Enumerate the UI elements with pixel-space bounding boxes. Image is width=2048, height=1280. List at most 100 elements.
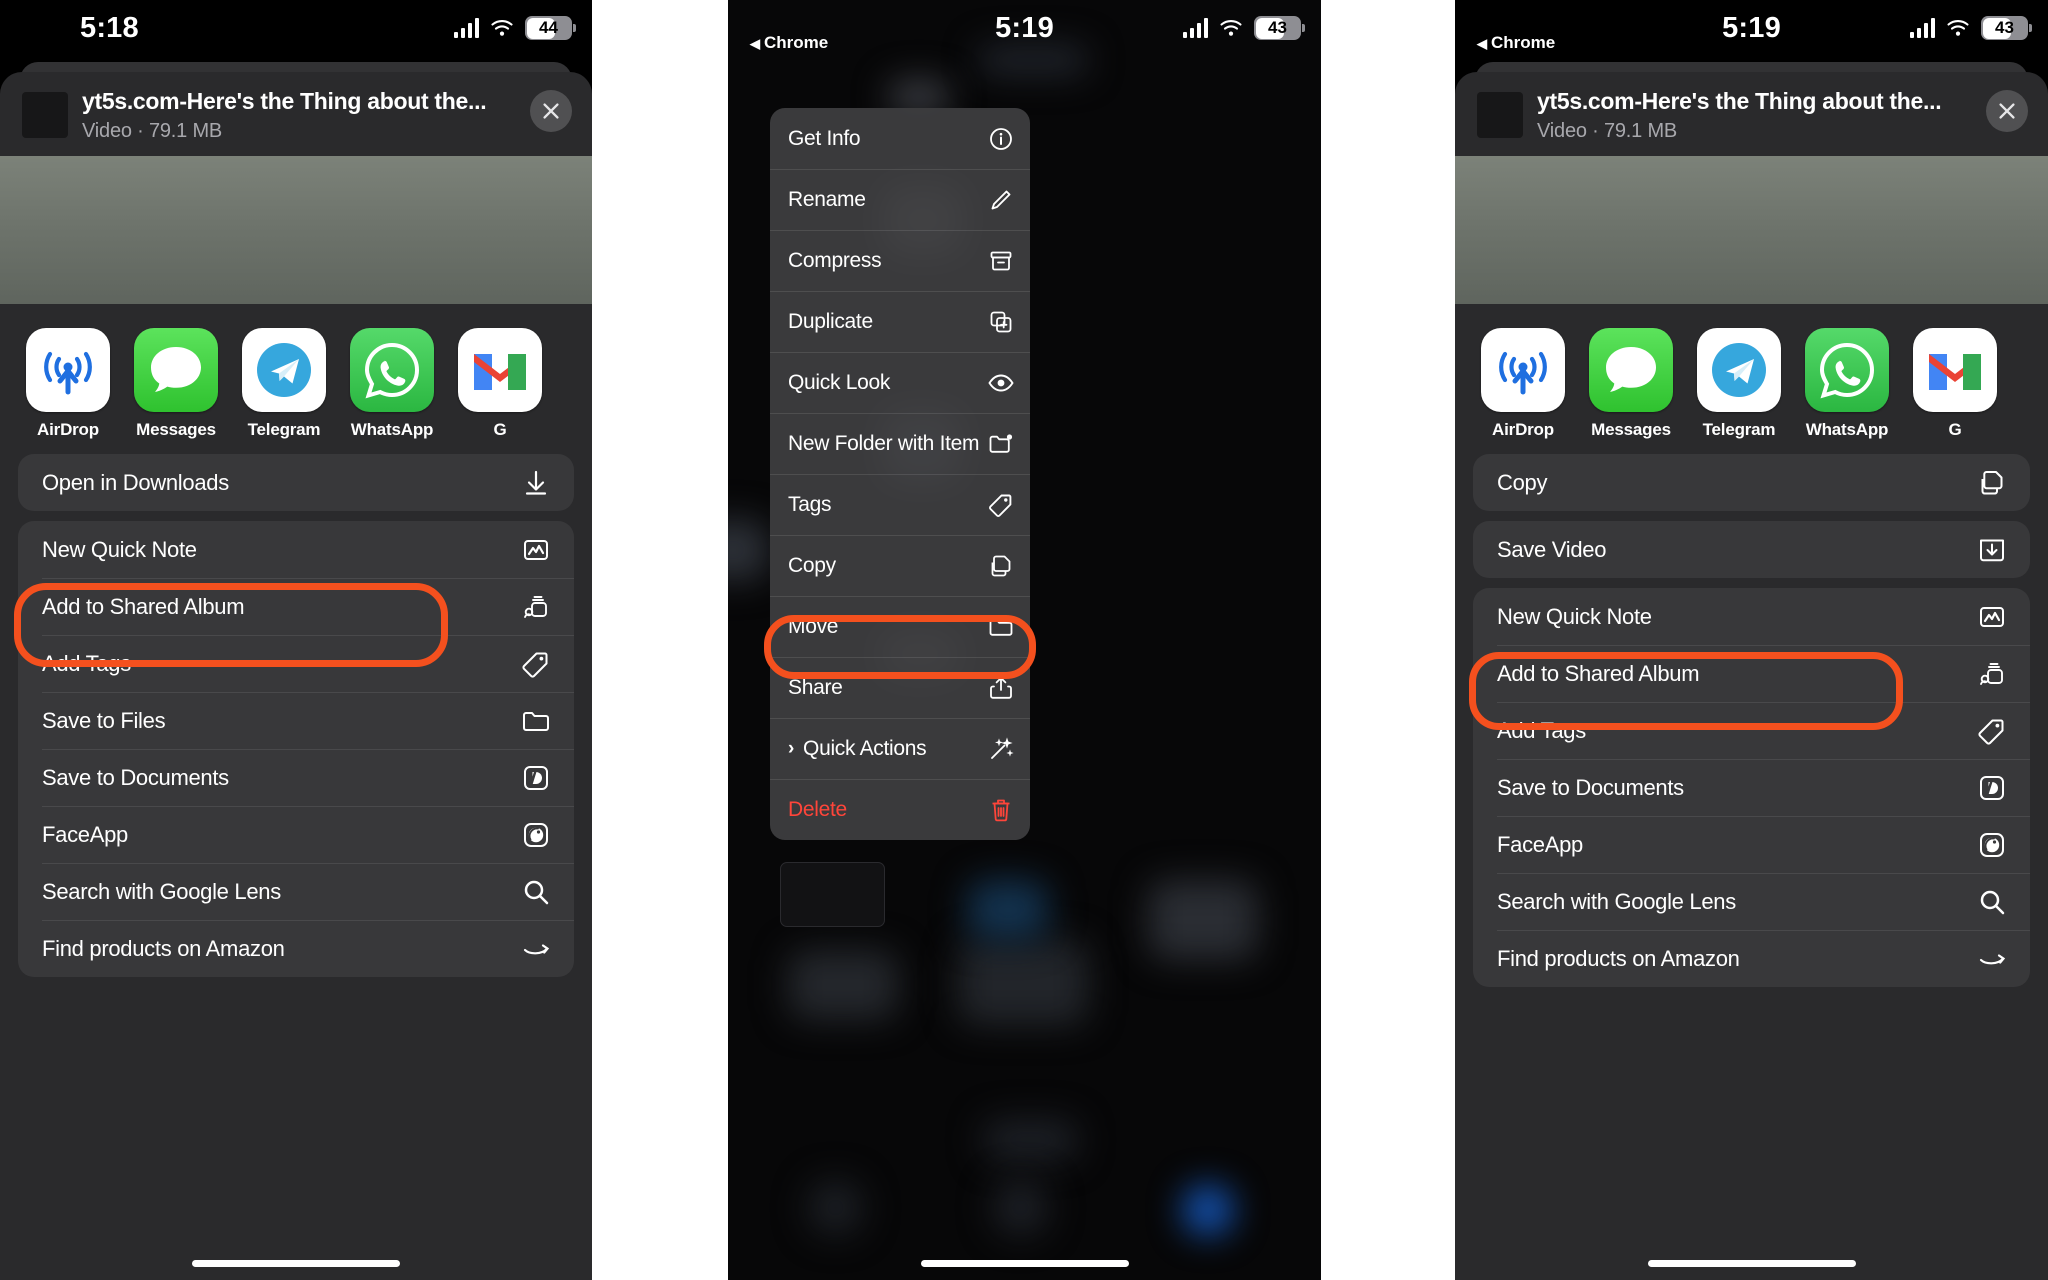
action-open-in-downloads[interactable]: Open in Downloads xyxy=(18,454,574,511)
action-label: Save to Files xyxy=(42,707,166,733)
app-label: Telegram xyxy=(1702,420,1776,439)
amazon-icon xyxy=(520,933,552,965)
search-icon xyxy=(520,876,552,908)
wifi-icon xyxy=(490,19,514,37)
context-item-move[interactable]: Move xyxy=(770,596,1030,657)
action-save-video[interactable]: Save Video xyxy=(1473,521,2030,578)
share-target-gmail[interactable]: G xyxy=(458,328,542,440)
context-item-copy[interactable]: Copy xyxy=(770,535,1030,596)
close-icon[interactable] xyxy=(530,90,572,132)
share-sheet: yt5s.com-Here's the Thing about the... V… xyxy=(1455,72,2048,1280)
context-item-label: Share xyxy=(788,675,843,699)
back-app-label: Chrome xyxy=(1491,33,1556,52)
action-faceapp[interactable]: FaceApp xyxy=(18,806,574,863)
action-save-to-files[interactable]: Save to Files xyxy=(18,692,574,749)
action-find-products-amazon[interactable]: Find products on Amazon xyxy=(18,920,574,977)
action-new-quick-note[interactable]: New Quick Note xyxy=(18,521,574,578)
context-item-share[interactable]: Share xyxy=(770,657,1030,718)
share-target-telegram[interactable]: Telegram xyxy=(1697,328,1781,440)
action-add-to-shared-album[interactable]: Add to Shared Album xyxy=(18,578,574,635)
cellular-signal-icon xyxy=(1182,18,1208,38)
action-group-copy: Copy xyxy=(1473,454,2030,511)
whatsapp-icon xyxy=(350,328,434,412)
action-new-quick-note[interactable]: New Quick Note xyxy=(1473,588,2030,645)
share-target-airdrop[interactable]: AirDrop xyxy=(26,328,110,440)
telegram-icon xyxy=(242,328,326,412)
back-to-chrome-link[interactable]: ◀ Chrome xyxy=(750,33,828,53)
context-item-duplicate[interactable]: Duplicate xyxy=(770,291,1030,352)
share-target-whatsapp[interactable]: WhatsApp xyxy=(1805,328,1889,440)
context-item-delete[interactable]: Delete xyxy=(770,779,1030,840)
context-item-rename[interactable]: Rename xyxy=(770,169,1030,230)
context-item-tags[interactable]: Tags xyxy=(770,474,1030,535)
shared-album-icon xyxy=(1976,658,2008,690)
battery-indicator: 43 xyxy=(1254,16,1305,40)
action-label: FaceApp xyxy=(42,821,128,847)
status-time: 5:18 xyxy=(80,12,139,44)
messages-icon xyxy=(134,328,218,412)
share-target-gmail[interactable]: G xyxy=(1913,328,1997,440)
action-search-google-lens[interactable]: Search with Google Lens xyxy=(18,863,574,920)
context-item-compress[interactable]: Compress xyxy=(770,230,1030,291)
wand-icon xyxy=(987,735,1015,763)
faceapp-icon xyxy=(520,819,552,851)
status-indicators: 44 xyxy=(453,16,576,40)
context-item-label: Tags xyxy=(788,492,832,516)
app-label: Messages xyxy=(1591,420,1671,439)
action-add-tags[interactable]: Add Tags xyxy=(18,635,574,692)
documents-icon xyxy=(1976,772,2008,804)
gmail-icon xyxy=(1913,328,1997,412)
share-target-telegram[interactable]: Telegram xyxy=(242,328,326,440)
folder-icon xyxy=(987,613,1015,641)
quick-note-icon xyxy=(520,534,552,566)
share-target-messages[interactable]: Messages xyxy=(1589,328,1673,440)
share-sheet: yt5s.com-Here's the Thing about the... V… xyxy=(0,72,592,1280)
action-group-secondary: New Quick Note Add to Shared Album Add T… xyxy=(18,521,574,977)
app-label: Telegram xyxy=(247,420,321,439)
action-find-products-amazon[interactable]: Find products on Amazon xyxy=(1473,930,2030,987)
action-label: Search with Google Lens xyxy=(42,878,281,904)
share-target-airdrop[interactable]: AirDrop xyxy=(1481,328,1565,440)
archive-icon xyxy=(987,247,1015,275)
action-copy[interactable]: Copy xyxy=(1473,454,2030,511)
file-thumbnail xyxy=(22,92,68,138)
panel-files-context-menu: 5:19 ◀ Chrome 43 Get Info Rename Compres… xyxy=(728,0,1321,1280)
trash-icon xyxy=(987,796,1015,824)
context-item-quick-look[interactable]: Quick Look xyxy=(770,352,1030,413)
search-icon xyxy=(1976,886,2008,918)
tag-icon xyxy=(987,491,1015,519)
action-group-save-video: Save Video xyxy=(1473,521,2030,578)
copy-icon xyxy=(987,552,1015,580)
app-share-row: AirDrop Messages Telegram WhatsApp G xyxy=(0,304,592,454)
copy-icon xyxy=(1976,467,2008,499)
share-sheet-header: yt5s.com-Here's the Thing about the... V… xyxy=(1455,72,2048,156)
eye-icon xyxy=(987,369,1015,397)
share-target-messages[interactable]: Messages xyxy=(134,328,218,440)
battery-indicator: 44 xyxy=(525,16,576,40)
context-item-quick-actions[interactable]: › Quick Actions xyxy=(770,718,1030,779)
action-add-tags[interactable]: Add Tags xyxy=(1473,702,2030,759)
battery-indicator: 43 xyxy=(1981,16,2032,40)
pencil-icon xyxy=(987,186,1015,214)
new-folder-icon xyxy=(987,430,1015,458)
action-save-to-documents[interactable]: Save to Documents xyxy=(1473,759,2030,816)
action-save-to-documents[interactable]: Save to Documents xyxy=(18,749,574,806)
action-label: Save to Documents xyxy=(42,764,229,790)
app-label: G xyxy=(493,420,507,439)
file-preview-thumbnail xyxy=(0,156,592,304)
action-add-to-shared-album[interactable]: Add to Shared Album xyxy=(1473,645,2030,702)
status-bar-panel2: 5:19 ◀ Chrome 43 xyxy=(728,0,1321,60)
context-item-new-folder-with-item[interactable]: New Folder with Item xyxy=(770,413,1030,474)
action-faceapp[interactable]: FaceApp xyxy=(1473,816,2030,873)
share-target-whatsapp[interactable]: WhatsApp xyxy=(350,328,434,440)
tutorial-screenshot: 5:18 44 yt5s.com-Here's the Thing about … xyxy=(0,0,2048,1280)
app-label: WhatsApp xyxy=(1805,420,1889,439)
action-search-google-lens[interactable]: Search with Google Lens xyxy=(1473,873,2030,930)
close-icon[interactable] xyxy=(1986,90,2028,132)
app-label: AirDrop xyxy=(37,420,99,439)
home-indicator xyxy=(920,1260,1129,1267)
context-item-get-info[interactable]: Get Info xyxy=(770,108,1030,169)
battery-percent: 43 xyxy=(1268,18,1287,37)
context-item-label: Copy xyxy=(788,553,836,577)
back-to-chrome-link[interactable]: ◀ Chrome xyxy=(1477,33,1555,53)
